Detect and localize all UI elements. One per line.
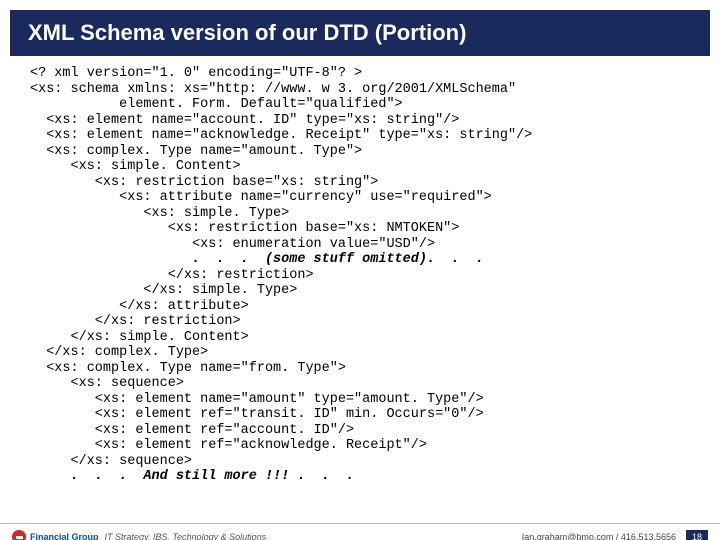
code-line: <xs: simple. Content> bbox=[30, 159, 241, 174]
code-line: <xs: complex. Type name="from. Type"> bbox=[30, 361, 346, 376]
page-number: 18 bbox=[686, 530, 708, 540]
code-line: </xs: complex. Type> bbox=[30, 345, 208, 360]
code-line: <xs: restriction base="xs: NMTOKEN"> bbox=[30, 221, 459, 236]
bmo-logo: Financial Group bbox=[12, 530, 99, 540]
code-line: <xs: element name="amount" type="amount.… bbox=[30, 392, 484, 407]
code-line: <xs: simple. Type> bbox=[30, 206, 289, 221]
code-block: <? xml version="1. 0" encoding="UTF-8"? … bbox=[0, 56, 720, 485]
code-line: <? xml version="1. 0" encoding="UTF-8"? … bbox=[30, 66, 362, 81]
code-line-more: . . . And still more !!! . . . bbox=[30, 469, 354, 484]
logo-text: Financial Group bbox=[30, 532, 99, 540]
code-line: element. Form. Default="qualified"> bbox=[30, 97, 403, 112]
code-line: </xs: simple. Type> bbox=[30, 283, 297, 298]
code-line: <xs: schema xmlns: xs="http: //www. w 3.… bbox=[30, 82, 516, 97]
code-line: </xs: sequence> bbox=[30, 454, 192, 469]
code-line: <xs: element name="acknowledge. Receipt"… bbox=[30, 128, 532, 143]
code-line: </xs: restriction> bbox=[30, 314, 241, 329]
footer-dept: IT Strategy, IBS, Technology & Solutions bbox=[105, 532, 267, 540]
code-line: </xs: simple. Content> bbox=[30, 330, 249, 345]
code-line: <xs: enumeration value="USD"/> bbox=[30, 237, 435, 252]
code-line: <xs: complex. Type name="amount. Type"> bbox=[30, 144, 362, 159]
title-text: XML Schema version of our DTD (Portion) bbox=[28, 20, 466, 45]
code-line: <xs: element ref="transit. ID" min. Occu… bbox=[30, 407, 484, 422]
bmo-roundel-icon bbox=[12, 530, 26, 540]
code-line: <xs: attribute name="currency" use="requ… bbox=[30, 190, 492, 205]
code-line: </xs: attribute> bbox=[30, 299, 249, 314]
code-line: </xs: restriction> bbox=[30, 268, 314, 283]
code-line: <xs: restriction base="xs: string"> bbox=[30, 175, 378, 190]
code-line-omitted: . . . (some stuff omitted). . . bbox=[30, 252, 484, 267]
code-line: <xs: sequence> bbox=[30, 376, 184, 391]
footer-contact: Ian.graham@bmo.com / 416.513.5656 bbox=[522, 532, 676, 540]
code-line: <xs: element ref="account. ID"/> bbox=[30, 423, 354, 438]
slide-title: XML Schema version of our DTD (Portion) bbox=[10, 10, 710, 56]
code-line: <xs: element ref="acknowledge. Receipt"/… bbox=[30, 438, 427, 453]
footer: Financial Group IT Strategy, IBS, Techno… bbox=[0, 523, 720, 540]
code-line: <xs: element name="account. ID" type="xs… bbox=[30, 113, 459, 128]
